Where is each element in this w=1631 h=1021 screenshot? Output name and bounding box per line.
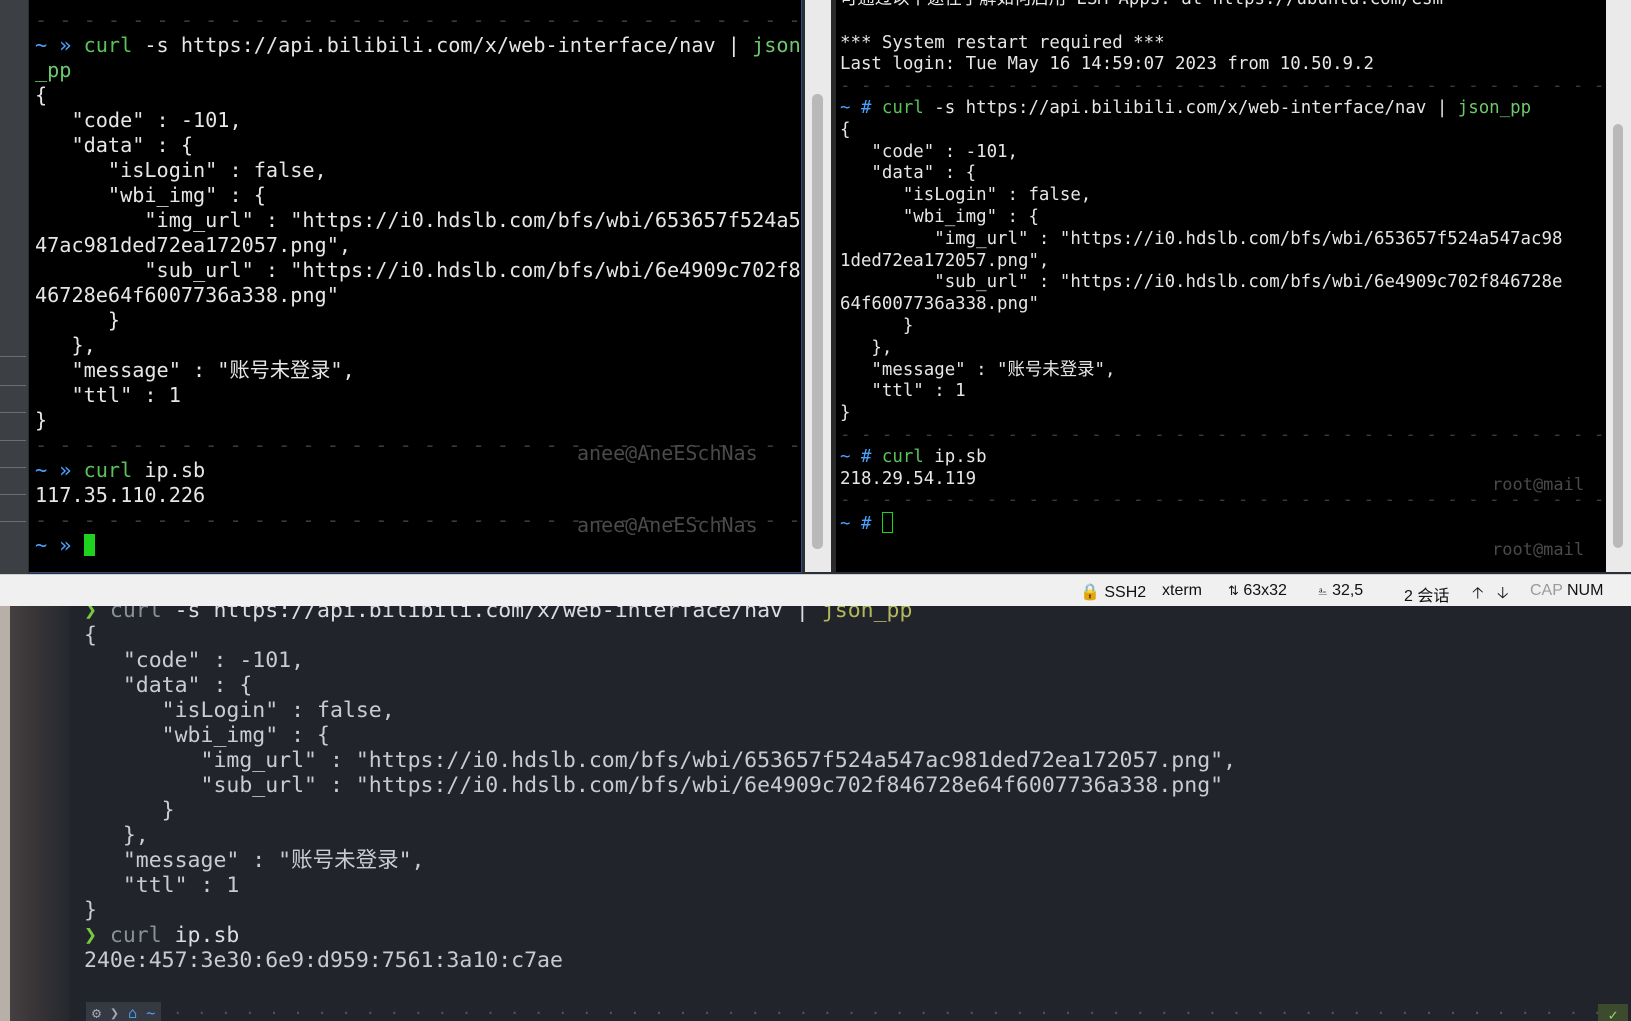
terminal-output: - - - - - - - - - - - - - - - - - - - - … [35,8,801,558]
terminal-pane-bottom[interactable]: ❯ curl -s https://api.bilibili.com/x/web… [0,606,1631,1021]
terminal-line: "wbi_img" : { [35,183,266,207]
cursor-position: ⎁ 32,5 [1318,582,1363,600]
terminal-line: *** System restart required *** [840,32,1165,53]
terminal-line: "code" : -101, [840,141,1018,162]
prompt-dir: ~ [146,1004,156,1021]
terminal-line: "message" : "账号未登录", [840,359,1116,380]
terminal-line: ~ # curl ip.sb [840,446,987,467]
terminal-line: 64f6007736a338.png" [840,294,1039,315]
terminal-line: "code" : -101, [35,108,242,132]
lock-icon: 🔒 [1080,584,1100,601]
terminal-line: "img_url" : "https://i0.hdslb.com/bfs/wb… [84,748,1237,773]
terminal-pane-left[interactable]: - - - - - - - - - - - - - - - - - - - - … [29,0,802,573]
terminal-line: 1ded72ea172057.png", [840,250,1050,271]
terminal-line: - - - - - - - - - - - - - - - - - - - - … [35,8,801,32]
protocol-label: SSH2 [1104,584,1147,601]
terminal-line: "img_url" : "https://i0.hdslb.com/bfs/wb… [35,208,801,232]
terminal-line: ~ # [840,512,1606,536]
linux-icon: ⚙ [92,1004,102,1021]
scrollbar-thumb[interactable] [812,94,823,549]
prompt-segments: ⚙ ❯ ⌂ ~ · · · · · · · · · · · · · · · · … [86,1002,1631,1021]
terminal-line: "isLogin" : false, [35,158,327,182]
terminal-line: ❯ curl -s https://api.bilibili.com/x/web… [84,606,913,623]
terminal-line: - - - - - - - - - - - - - - - - - - - - … [840,424,1605,445]
terminal-line: Last login: Tue May 16 14:59:07 2023 fro… [840,54,1374,75]
resize-icon: ⇅ [1228,583,1239,598]
terminal-line: 46728e64f6007736a338.png" [35,283,339,307]
terminal-line: "sub_url" : "https://i0.hdslb.com/bfs/wb… [840,272,1563,293]
terminal-line: 可通过以下途径了解如何启用 ESM Apps: at https://ubunt… [840,0,1606,11]
terminal-line: }, [84,823,149,848]
terminal-line: { [84,623,97,648]
status-bar: 🔒 SSH2 xterm ⇅ 63x32 ⎁ 32,5 2 会话 🡡 🡣 CAP… [0,574,1631,607]
terminal-line: "wbi_img" : { [84,723,330,748]
cursor-pos-icon: ⎁ [1318,584,1328,598]
session-count[interactable]: 2 会话 [1404,582,1449,606]
terminal-line: 117.35.110.226 [35,483,206,507]
terminal-line: "ttl" : 1 [84,873,240,898]
terminal-line: "ttl" : 1 [35,383,181,407]
terminal-line: "sub_url" : "https://i0.hdslb.com/bfs/wb… [84,773,1224,798]
terminal-line: "code" : -101, [84,648,305,673]
terminal-line: 240e:457:3e30:6e9:d959:7561:3a10:c7ae [84,948,563,973]
terminal-line: ~ # curl -s https://api.bilibili.com/x/w… [840,97,1532,118]
terminal-line: "isLogin" : false, [840,185,1092,206]
num-lock-indicator: NUM [1567,582,1604,599]
terminal-type: xterm [1162,582,1202,599]
right-prompt-user: root@mail [1492,540,1585,560]
terminal-line: "img_url" : "https://i0.hdslb.com/bfs/wb… [840,228,1563,249]
terminal-line: } [35,408,48,432]
terminal-line: "sub_url" : "https://i0.hdslb.com/bfs/wb… [35,258,801,282]
terminal-line: "data" : { [84,673,253,698]
window-left-edge [0,0,28,574]
terminal-output: ❯ curl -s https://api.bilibili.com/x/web… [84,606,1236,973]
terminal-line: ~ » curl -s https://api.bilibili.com/x/w… [35,33,801,57]
terminal-line: - - - - - - - - - - - - - - - - - - - - … [840,76,1605,97]
terminal-line: } [840,315,914,336]
home-icon: ⌂ [128,1004,138,1021]
scrollbar-left[interactable] [805,0,831,572]
terminal-line: { [35,83,48,107]
right-prompt-user: anee@AneESchNas [577,441,758,465]
background-window-edge [0,606,70,1021]
terminal-output: 可通过以下途径了解如何启用 ESM Apps: at https://ubunt… [840,0,1606,536]
terminal-size-value: 63x32 [1243,582,1287,599]
terminal-line: } [84,798,175,823]
terminal-line: { [840,119,851,140]
terminal-pane-right[interactable]: 可通过以下途径了解如何启用 ESM Apps: at https://ubunt… [836,0,1606,572]
scrollbar-right[interactable] [1606,0,1631,572]
terminal-line: "message" : "账号未登录", [35,358,355,382]
terminal-line: "isLogin" : false, [84,698,395,723]
terminal-line: ❯ curl ip.sb [84,923,240,948]
terminal-line: 47ac981ded72ea172057.png", [35,233,352,257]
right-prompt-user: anee@AneESchNas [577,513,758,537]
protocol-status: 🔒 SSH2 [1080,582,1146,602]
terminal-line: "data" : { [840,163,977,184]
terminal-line: } [35,308,121,332]
scrollbar-thumb[interactable] [1613,124,1623,548]
prompt-segment-os: ⚙ ❯ ⌂ ~ [86,1002,162,1021]
arrow-down-icon[interactable]: 🡣 [1497,582,1509,609]
terminal-line: }, [840,337,893,358]
terminal-line: "data" : { [35,133,194,157]
cursor-position-value: 32,5 [1332,582,1364,599]
check-icon: ✓ [1598,1004,1628,1021]
terminal-line: _pp [35,58,72,82]
terminal-line: "ttl" : 1 [840,381,966,402]
terminal-line: }, [35,333,96,357]
terminal-size: ⇅ 63x32 [1228,582,1287,600]
terminal-line: } [84,898,97,923]
terminal-line: "message" : "账号未登录", [84,848,425,873]
caps-lock-indicator: CAP [1530,582,1563,599]
terminal-line: } [840,403,851,424]
terminal-line: "wbi_img" : { [840,206,1039,227]
arrow-up-icon[interactable]: 🡡 [1472,582,1484,609]
right-prompt-user: root@mail [1492,475,1585,495]
